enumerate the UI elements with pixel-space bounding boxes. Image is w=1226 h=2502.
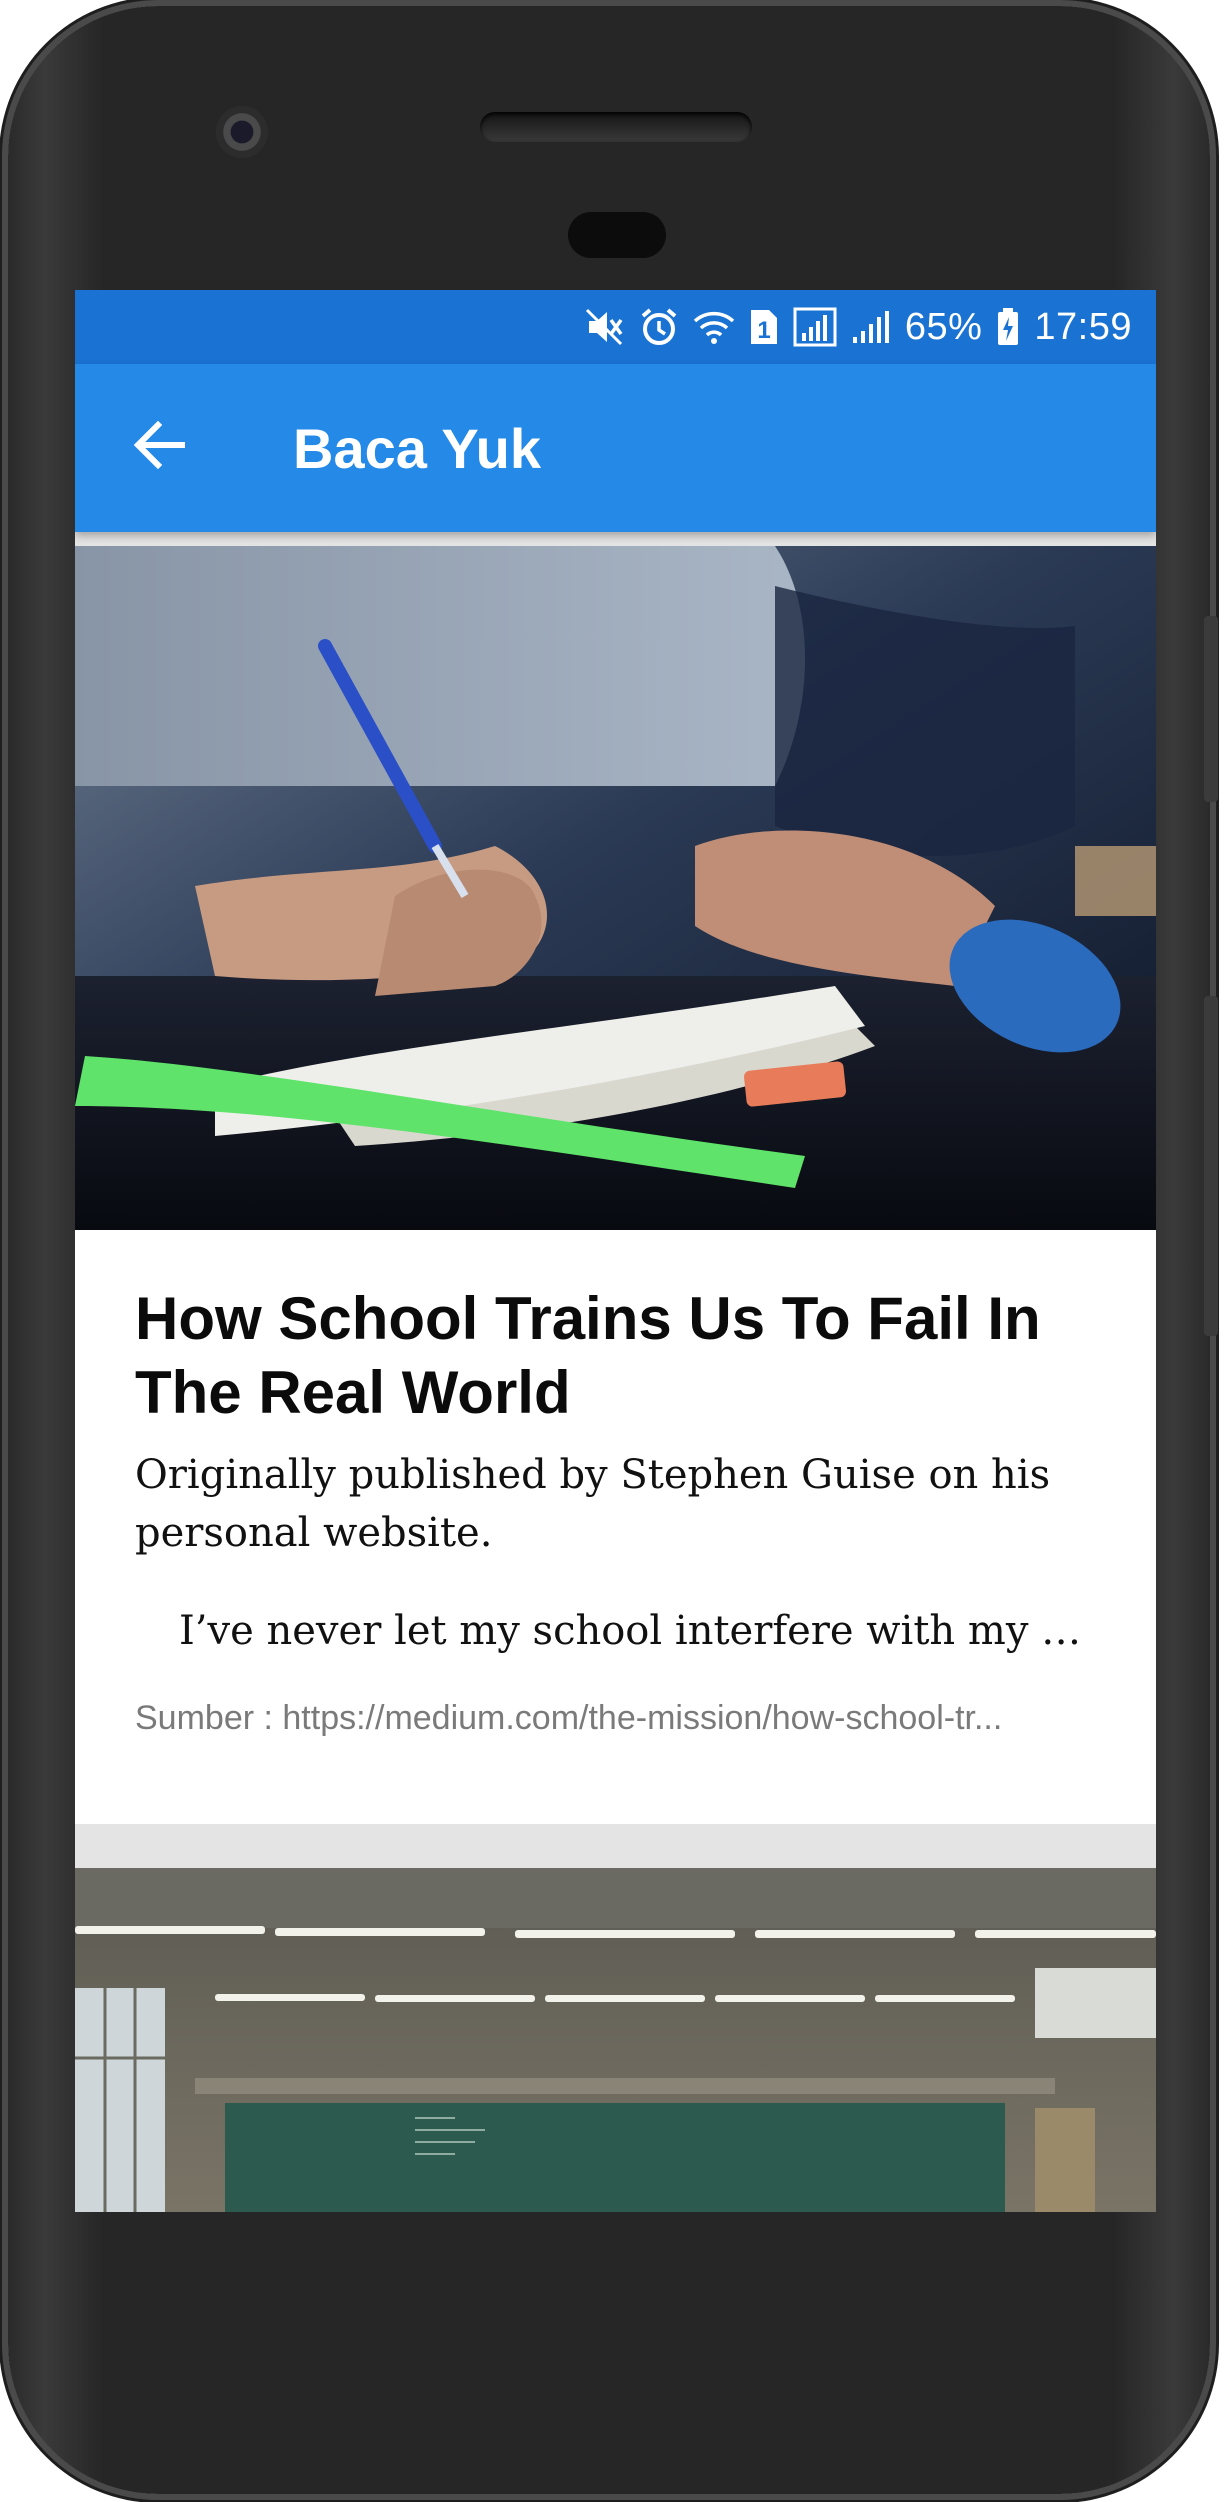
wifi-icon — [693, 307, 735, 347]
battery-icon — [996, 307, 1020, 347]
mute-icon — [585, 307, 625, 347]
sim-icon: 1 — [749, 307, 779, 347]
article-description: Originally published by Stephen Guise on… — [135, 1452, 1051, 1556]
battery-percent: 65% — [904, 305, 983, 348]
status-bar: 1 65% 17:59 — [75, 290, 1156, 364]
earpiece-speaker — [480, 112, 752, 142]
arrow-left-icon — [134, 421, 185, 469]
phone-frame: 1 65% 17:59 Baca Yuk How School Trains U… — [8, 6, 1218, 2494]
screen: 1 65% 17:59 Baca Yuk How School Trains U… — [75, 290, 1156, 2212]
article-card[interactable] — [75, 1868, 1156, 2212]
article-excerpt: I’ve never let my school interfere with … — [179, 1608, 1082, 1654]
back-button[interactable] — [125, 410, 195, 480]
article-image — [75, 1868, 1156, 2212]
alarm-icon — [639, 307, 679, 347]
signal-icon — [793, 307, 837, 347]
signal-icon — [851, 307, 891, 347]
volume-button — [1204, 996, 1218, 1336]
page-title: Baca Yuk — [293, 417, 542, 480]
proximity-sensor — [568, 212, 666, 258]
sim-slot-label: 1 — [757, 317, 770, 344]
clock: 17:59 — [1034, 305, 1132, 348]
article-card[interactable]: How School Trains Us To Fail In The Real… — [75, 546, 1156, 1824]
power-button — [1204, 616, 1218, 802]
article-source-link[interactable]: Sumber : https://medium.com/the-mission/… — [135, 1696, 1095, 1740]
app-bar: Baca Yuk — [75, 364, 1156, 532]
article-title: How School Trains Us To Fail In The Real… — [135, 1285, 1041, 1426]
article-image — [75, 546, 1156, 1230]
front-camera — [216, 106, 268, 158]
